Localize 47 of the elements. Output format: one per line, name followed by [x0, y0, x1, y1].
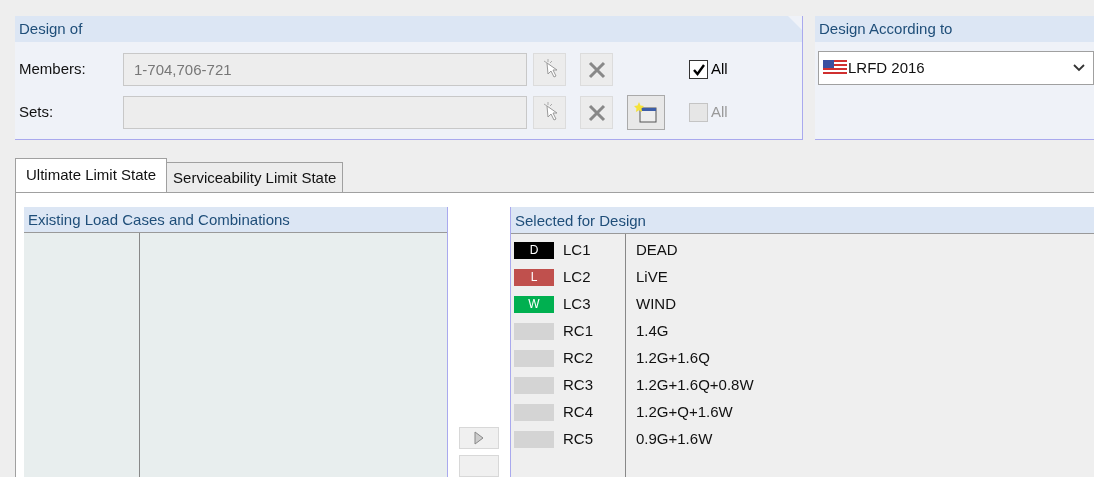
- checkbox-label: All: [711, 59, 728, 80]
- sets-field[interactable]: [123, 96, 527, 129]
- case-id: RC4: [563, 402, 594, 423]
- case-id: LC2: [563, 267, 592, 288]
- pick-button[interactable]: [533, 53, 566, 86]
- field-label: Sets:: [19, 102, 55, 123]
- new-window-icon: [634, 101, 658, 124]
- arrow-right-icon: [474, 431, 484, 445]
- delete-x-icon: [587, 103, 606, 122]
- case-id: LC3: [563, 294, 592, 315]
- remove-button[interactable]: [459, 455, 499, 477]
- case-description: 1.2G+Q+1.6W: [636, 402, 733, 423]
- add-button[interactable]: [459, 427, 499, 449]
- delete-x-icon: [587, 60, 606, 79]
- panel-header: Design According to: [815, 16, 1094, 42]
- case-id: RC2: [563, 348, 594, 369]
- pick-button[interactable]: [533, 96, 566, 129]
- delete-button[interactable]: [580, 53, 613, 86]
- type-badge: L: [514, 269, 554, 286]
- tab[interactable]: Ultimate Limit State: [15, 158, 168, 192]
- case-description: WIND: [636, 294, 676, 315]
- chevron-down-icon: [1073, 64, 1085, 72]
- standard-dropdown[interactable]: LRFD 2016: [818, 51, 1094, 85]
- delete-button[interactable]: [580, 96, 613, 129]
- case-id: RC5: [563, 429, 594, 450]
- type-badge: D: [514, 242, 554, 259]
- checkbox[interactable]: [689, 60, 708, 79]
- checkbox-label: All: [711, 102, 728, 123]
- case-description: 0.9G+1.6W: [636, 429, 713, 450]
- case-description: LiVE: [636, 267, 668, 288]
- case-id: LC1: [563, 240, 592, 261]
- case-description: 1.2G+1.6Q+0.8W: [636, 375, 754, 396]
- panel-header: Design of: [15, 16, 802, 42]
- case-description: 1.2G+1.6Q: [636, 348, 710, 369]
- standard-value: LRFD 2016: [848, 57, 926, 78]
- case-id: RC1: [563, 321, 594, 342]
- field-label: Members:: [19, 59, 87, 80]
- tab[interactable]: Serviceability Limit State: [167, 162, 344, 192]
- type-badge: W: [514, 296, 554, 313]
- case-description: 1.4G: [636, 321, 669, 342]
- case-description: DEAD: [636, 240, 678, 261]
- members-field[interactable]: 1-704,706-721: [123, 53, 527, 86]
- flag-icon: [823, 60, 847, 76]
- case-id: RC3: [563, 375, 594, 396]
- new-set-button[interactable]: [627, 95, 665, 130]
- panel-header: Selected for Design: [511, 207, 1094, 234]
- panel-header: Existing Load Cases and Combinations: [24, 207, 447, 233]
